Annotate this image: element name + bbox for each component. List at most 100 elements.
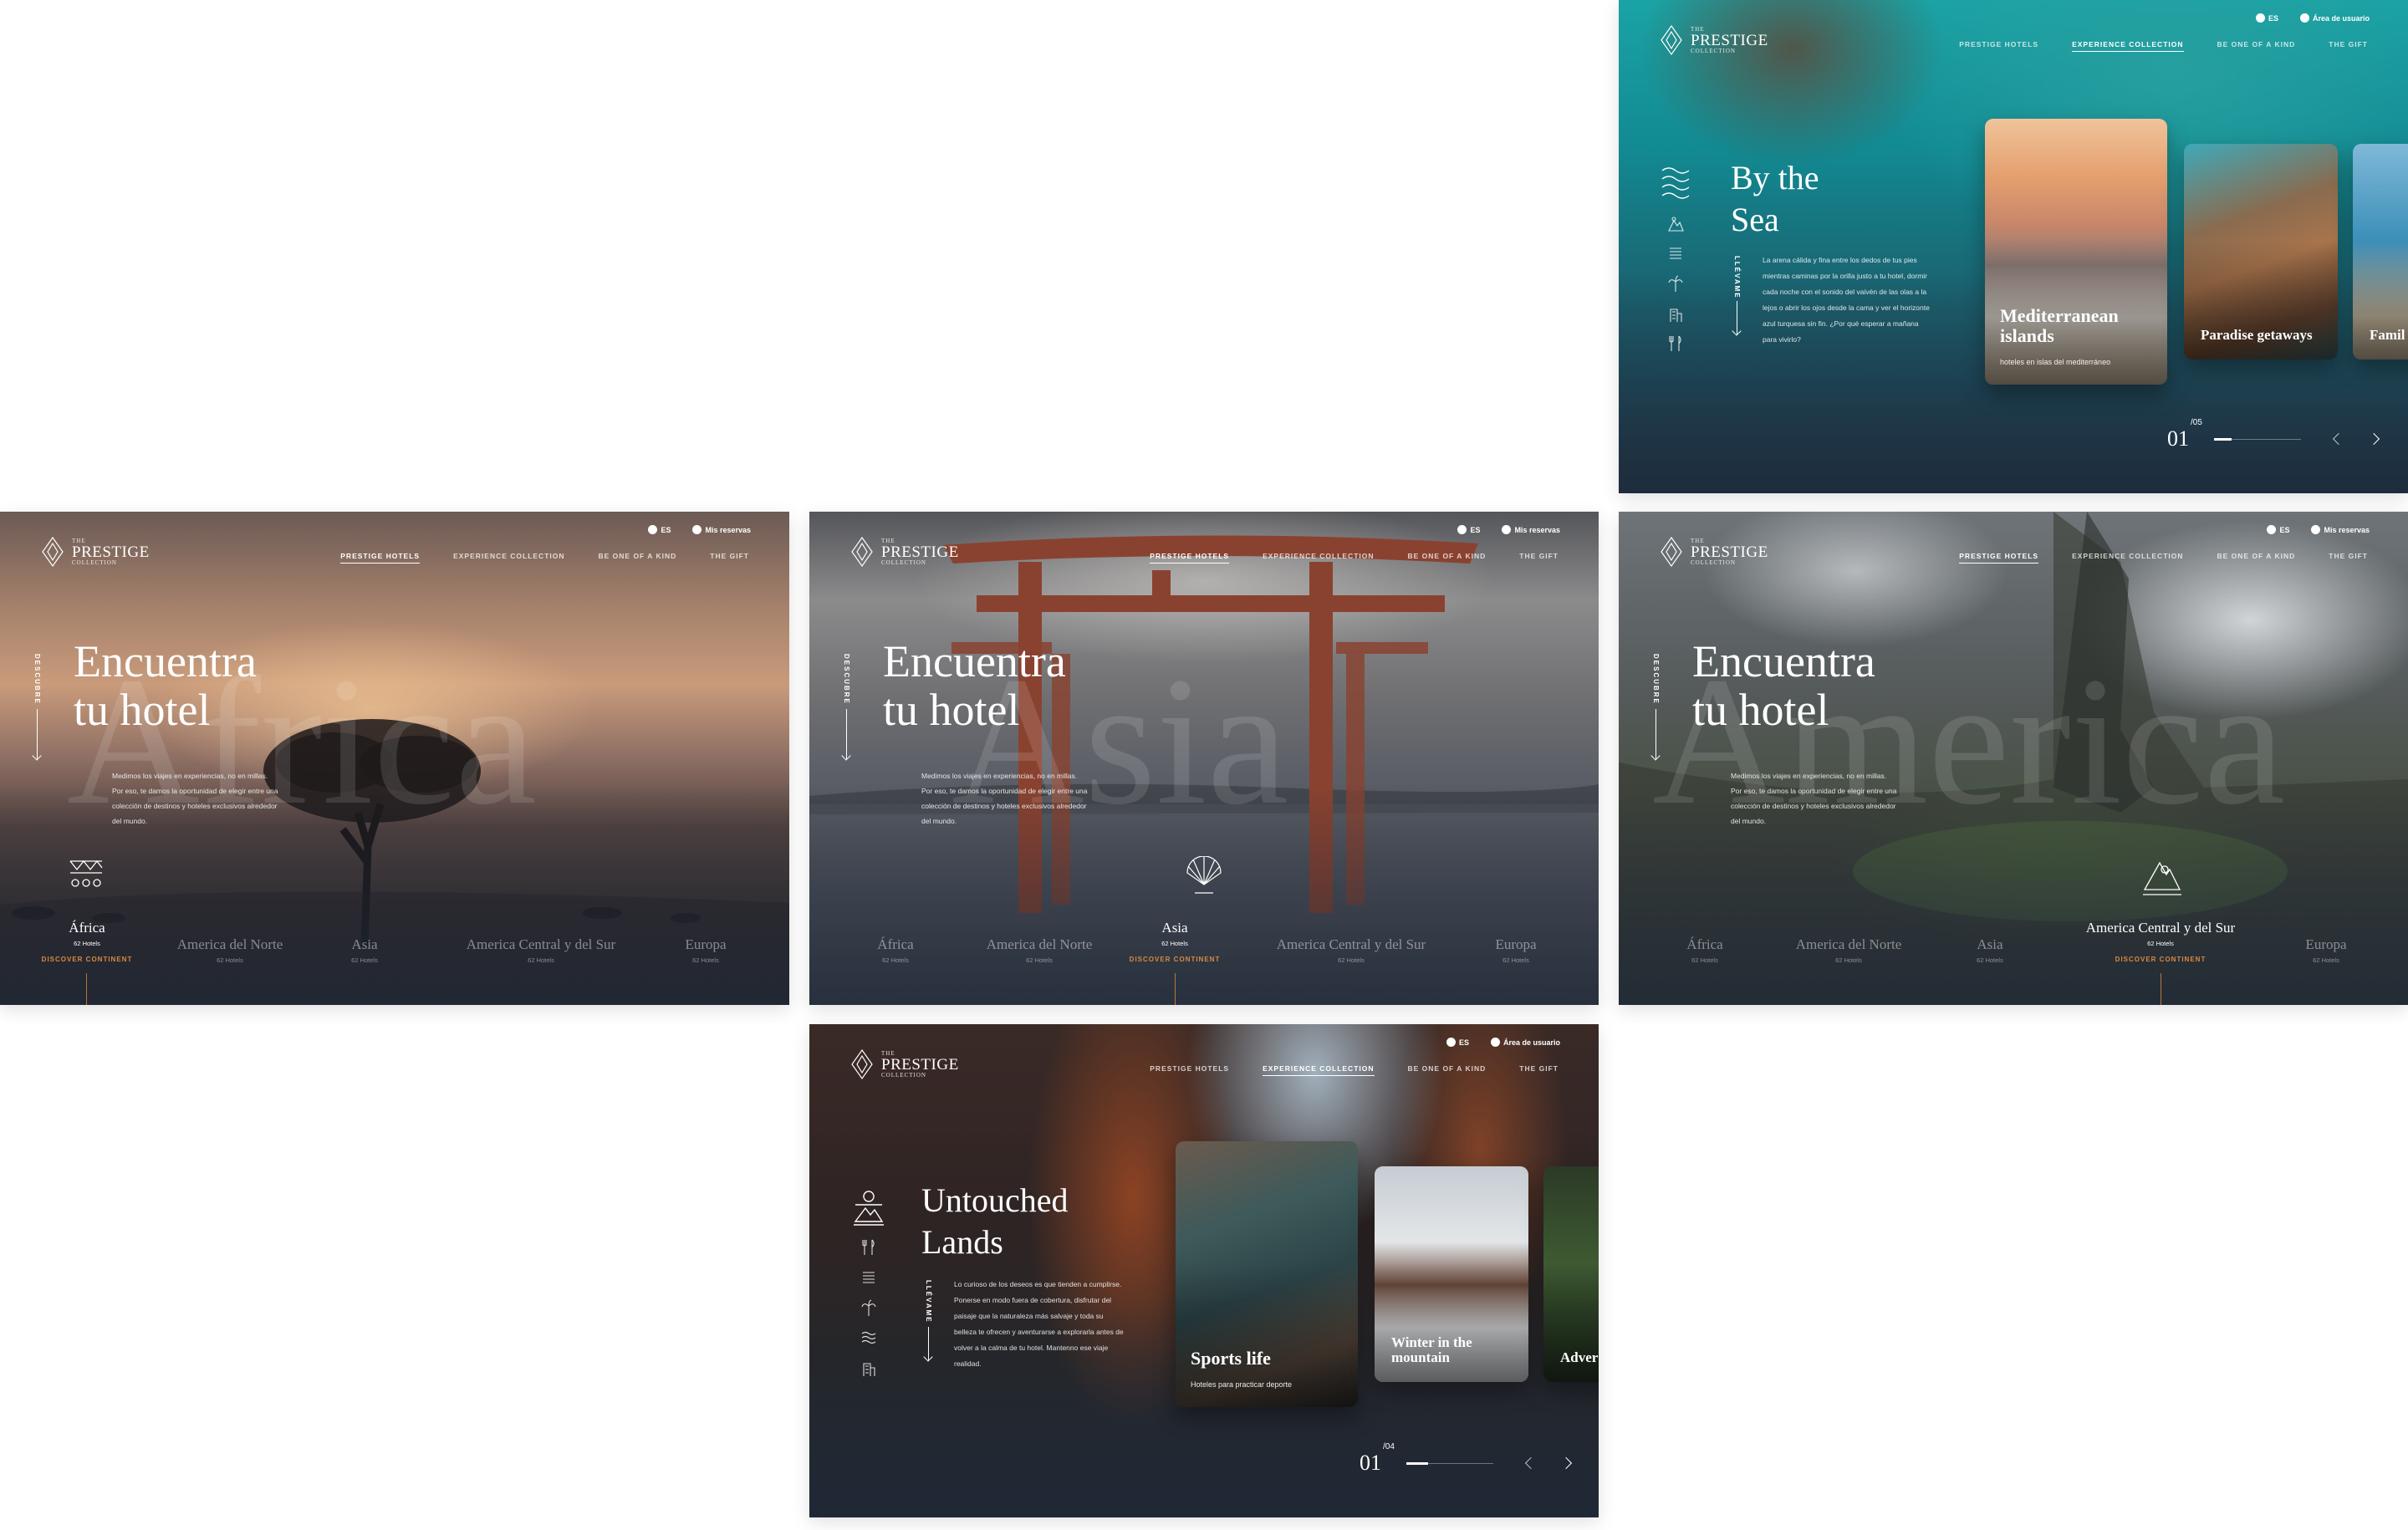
continent-north-america[interactable]: America del Norte 62 Hotels [987, 936, 1093, 964]
nav-be-one-of-a-kind[interactable]: BE ONE OF A KIND [2217, 40, 2296, 52]
continent-central-south-america[interactable]: America Central y del Sur 62 Hotels DISCOV… [2086, 920, 2235, 963]
take-me-arrow[interactable] [928, 1327, 929, 1360]
card-title: Adver [1560, 1349, 1599, 1365]
language-selector[interactable]: ES [2267, 525, 2289, 534]
language-selector[interactable]: ES [2255, 13, 2278, 23]
next-arrow-icon[interactable] [1559, 1456, 1572, 1470]
bookings-link[interactable]: Mis reservas [692, 525, 751, 534]
continent-north-america[interactable]: America del Norte 62 Hotels [177, 936, 283, 964]
card-paradise-getaways[interactable]: Paradise getaways [2184, 144, 2338, 360]
continent-name: America Central y del Sur [1276, 936, 1426, 952]
continent-asia[interactable]: Asia 62 Hotels [1977, 936, 2003, 964]
globe-icon [1457, 525, 1467, 534]
brand-logo[interactable]: THE PRESTIGE COLLECTION [1659, 23, 1768, 57]
continent-africa[interactable]: África 62 Hotels [877, 936, 913, 964]
continent-name: Asia [351, 936, 378, 952]
waves-small-icon[interactable] [860, 1329, 877, 1347]
nav-the-gift[interactable]: THE GIFT [2329, 552, 2368, 564]
continent-africa[interactable]: África 62 Hotels DISCOVER CONTINENT [42, 920, 133, 963]
language-selector[interactable]: ES [1457, 525, 1480, 534]
continent-europe[interactable]: Europa 62 Hotels [2305, 936, 2346, 964]
logo-name: PRESTIGE [1691, 543, 1768, 561]
mountain-icon[interactable] [1667, 214, 1684, 232]
pager-current: 01 [1360, 1451, 1381, 1475]
discover-continent-link[interactable]: DISCOVER CONTINENT [1130, 956, 1221, 963]
cutlery-icon[interactable] [860, 1238, 877, 1257]
discover-label[interactable]: DESCUBRE [33, 654, 41, 705]
discover-label[interactable]: DESCUBRE [1652, 654, 1660, 705]
continent-north-america[interactable]: America del Norte 62 Hotels [1796, 936, 1902, 964]
stripes-icon[interactable] [860, 1268, 877, 1287]
building-icon[interactable] [860, 1359, 877, 1377]
continent-selector: África 62 Hotels DISCOVER CONTINENT Americ… [0, 913, 789, 964]
discover-continent-link[interactable]: DISCOVER CONTINENT [2086, 956, 2235, 963]
continent-central-south-america[interactable]: America Central y del Sur 62 Hotels [467, 936, 615, 964]
main-nav: PRESTIGE HOTELS EXPERIENCE COLLECTION BE… [1959, 40, 2368, 52]
brand-logo[interactable]: THE PRESTIGE COLLECTION [1659, 535, 1768, 569]
card-sports-life[interactable]: Sports life Hoteles para practicar depor… [1176, 1141, 1358, 1407]
logo-collection: COLLECTION [881, 1071, 926, 1079]
nav-experience-collection[interactable]: EXPERIENCE COLLECTION [1263, 552, 1374, 564]
continent-europe[interactable]: Europa 62 Hotels [685, 936, 726, 964]
building-icon[interactable] [1667, 304, 1684, 323]
card-mediterranean-islands[interactable]: Mediterranean islands hoteles en islas de… [1985, 119, 2167, 385]
continent-europe[interactable]: Europa 62 Hotels [1495, 936, 1536, 964]
utility-bar: ES Área de usuario [2255, 13, 2370, 23]
nav-the-gift[interactable]: THE GIFT [2329, 40, 2368, 52]
scroll-down-arrow[interactable] [846, 709, 847, 759]
nav-prestige-hotels[interactable]: PRESTIGE HOTELS [1959, 40, 2038, 52]
prev-arrow-icon[interactable] [1524, 1456, 1537, 1470]
continent-africa[interactable]: África 62 Hotels [1686, 936, 1722, 964]
continent-central-south-america[interactable]: America Central y del Sur 62 Hotels [1277, 936, 1426, 964]
next-arrow-icon[interactable] [2367, 432, 2380, 446]
nav-experience-collection[interactable]: EXPERIENCE COLLECTION [1263, 1064, 1375, 1076]
user-area-link[interactable]: Área de usuario [1490, 1038, 1560, 1047]
nav-be-one-of-a-kind[interactable]: BE ONE OF A KIND [1408, 552, 1487, 564]
nav-prestige-hotels[interactable]: PRESTIGE HOTELS [1150, 1064, 1229, 1076]
language-selector[interactable]: ES [648, 525, 671, 534]
nav-the-gift[interactable]: THE GIFT [710, 552, 749, 564]
pager-progress [2213, 437, 2232, 441]
continent-count: 62 Hotels [528, 956, 554, 964]
language-label: ES [2268, 14, 2278, 23]
continent-asia[interactable]: Asia 62 Hotels [351, 936, 378, 964]
mountain-sun-icon[interactable] [852, 1188, 885, 1227]
nav-prestige-hotels[interactable]: PRESTIGE HOTELS [1150, 552, 1230, 564]
card-adventure[interactable]: Adver [1543, 1166, 1599, 1382]
scroll-down-arrow[interactable] [37, 709, 38, 759]
palm-icon[interactable] [860, 1298, 877, 1317]
language-selector[interactable]: ES [1446, 1038, 1469, 1047]
nav-prestige-hotels[interactable]: PRESTIGE HOTELS [1959, 552, 2039, 564]
card-family[interactable]: Famil [2353, 144, 2408, 360]
bookings-link[interactable]: Mis reservas [1502, 525, 1560, 534]
discover-continent-link[interactable]: DISCOVER CONTINENT [42, 956, 133, 963]
stripes-icon[interactable] [1667, 244, 1684, 263]
nav-experience-collection[interactable]: EXPERIENCE COLLECTION [2072, 40, 2184, 52]
brand-logo[interactable]: THE PRESTIGE COLLECTION [40, 535, 150, 569]
nav-experience-collection[interactable]: EXPERIENCE COLLECTION [453, 552, 564, 564]
utility-bar: ES Mis reservas [1457, 525, 1560, 534]
brand-logo[interactable]: THE PRESTIGE COLLECTION [849, 535, 959, 569]
continent-asia[interactable]: Asia 62 Hotels DISCOVER CONTINENT [1130, 920, 1221, 963]
screen-asia: Asia THE PRESTIGE COLLECTION ES Mis rese… [809, 512, 1599, 1005]
nav-the-gift[interactable]: THE GIFT [1519, 1064, 1559, 1076]
nav-be-one-of-a-kind[interactable]: BE ONE OF A KIND [1408, 1064, 1487, 1076]
nav-be-one-of-a-kind[interactable]: BE ONE OF A KIND [599, 552, 677, 564]
collection-icons [1659, 164, 1692, 353]
cutlery-icon[interactable] [1667, 334, 1684, 353]
card-winter-in-the-mountain[interactable]: Winter in the mountain [1375, 1166, 1528, 1382]
continent-name: Asia [1161, 920, 1188, 936]
waves-icon[interactable] [1659, 164, 1692, 202]
take-me-label[interactable]: LLÉVAME [925, 1280, 932, 1323]
palm-icon[interactable] [1667, 274, 1684, 293]
nav-the-gift[interactable]: THE GIFT [1519, 552, 1559, 564]
nav-experience-collection[interactable]: EXPERIENCE COLLECTION [2072, 552, 2183, 564]
user-area-link[interactable]: Área de usuario [2299, 13, 2370, 23]
nav-prestige-hotels[interactable]: PRESTIGE HOTELS [340, 552, 421, 564]
take-me-label[interactable]: LLÉVAME [1733, 256, 1741, 299]
prev-arrow-icon[interactable] [2332, 432, 2344, 446]
bookings-link[interactable]: Mis reservas [2311, 525, 2370, 534]
discover-label[interactable]: DESCUBRE [843, 654, 850, 705]
brand-logo[interactable]: THE PRESTIGE COLLECTION [849, 1048, 959, 1081]
nav-be-one-of-a-kind[interactable]: BE ONE OF A KIND [2217, 552, 2296, 564]
